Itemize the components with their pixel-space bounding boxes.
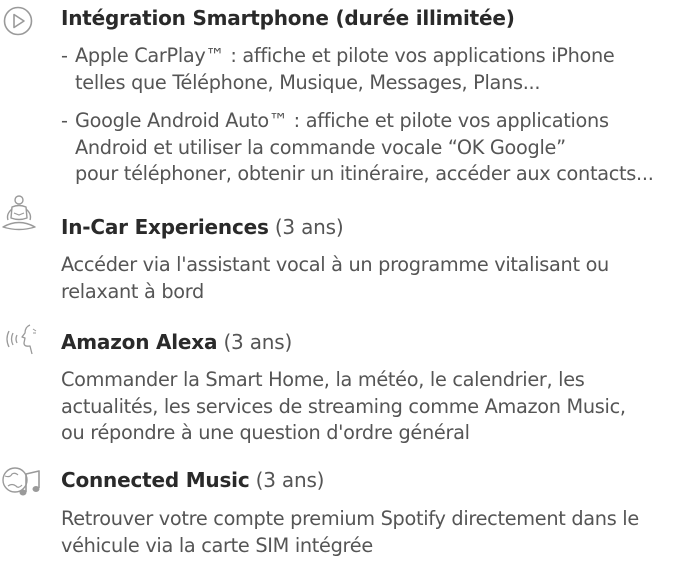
bullet-dash: -: [61, 109, 68, 132]
title-duration: (3 ans): [249, 468, 325, 492]
voice-assistant-icon: [0, 322, 48, 366]
bullet-dash: -: [61, 44, 68, 67]
section-description: Accéder via l'assistant vocal à un progr…: [61, 252, 609, 305]
globe-music-note-icon: [0, 465, 48, 509]
bullet-line: Google Android Auto™ : affiche et pilote…: [75, 109, 609, 132]
title-duration: (3 ans): [217, 330, 293, 354]
bullet-line: Apple CarPlay™ : affiche et pilote vos a…: [75, 44, 615, 67]
description-line: actualités, les services de streaming co…: [61, 394, 626, 418]
section-title: Intégration Smartphone (durée illimitée): [61, 5, 515, 31]
bullet-line: telles que Téléphone, Musique, Messages,…: [75, 70, 541, 94]
section-title: In-Car Experiences (3 ans): [61, 214, 344, 240]
title-duration: (3 ans): [268, 215, 344, 239]
section-description: Retrouver votre compte premium Spotify d…: [61, 506, 639, 559]
description-line: Retrouver votre compte premium Spotify d…: [61, 507, 639, 530]
title-bold: Intégration Smartphone (durée illimitée): [61, 6, 515, 30]
description-line: Accéder via l'assistant vocal à un progr…: [61, 253, 609, 276]
feature-list: Intégration Smartphone (durée illimitée)…: [0, 0, 697, 562]
section-description: Commander la Smart Home, la météo, le ca…: [61, 367, 626, 447]
section-title: Amazon Alexa (3 ans): [61, 329, 292, 355]
title-bold: In-Car Experiences: [61, 215, 269, 239]
description-line: véhicule via la carte SIM intégrée: [61, 533, 373, 557]
title-bold: Amazon Alexa: [61, 330, 218, 354]
description-line: Commander la Smart Home, la météo, le ca…: [61, 368, 585, 391]
play-circle-icon: [0, 4, 48, 48]
section-title: Connected Music (3 ans): [61, 467, 324, 493]
bullet-line: Android et utiliser la commande vocale “…: [75, 135, 566, 159]
description-line: relaxant à bord: [61, 279, 204, 303]
bullet-line: pour téléphoner, obtenir un itinéraire, …: [75, 162, 654, 185]
title-bold: Connected Music: [61, 468, 250, 492]
description-line: ou répondre à une question d'ordre génér…: [61, 421, 470, 444]
meditation-person-icon: [0, 194, 48, 238]
